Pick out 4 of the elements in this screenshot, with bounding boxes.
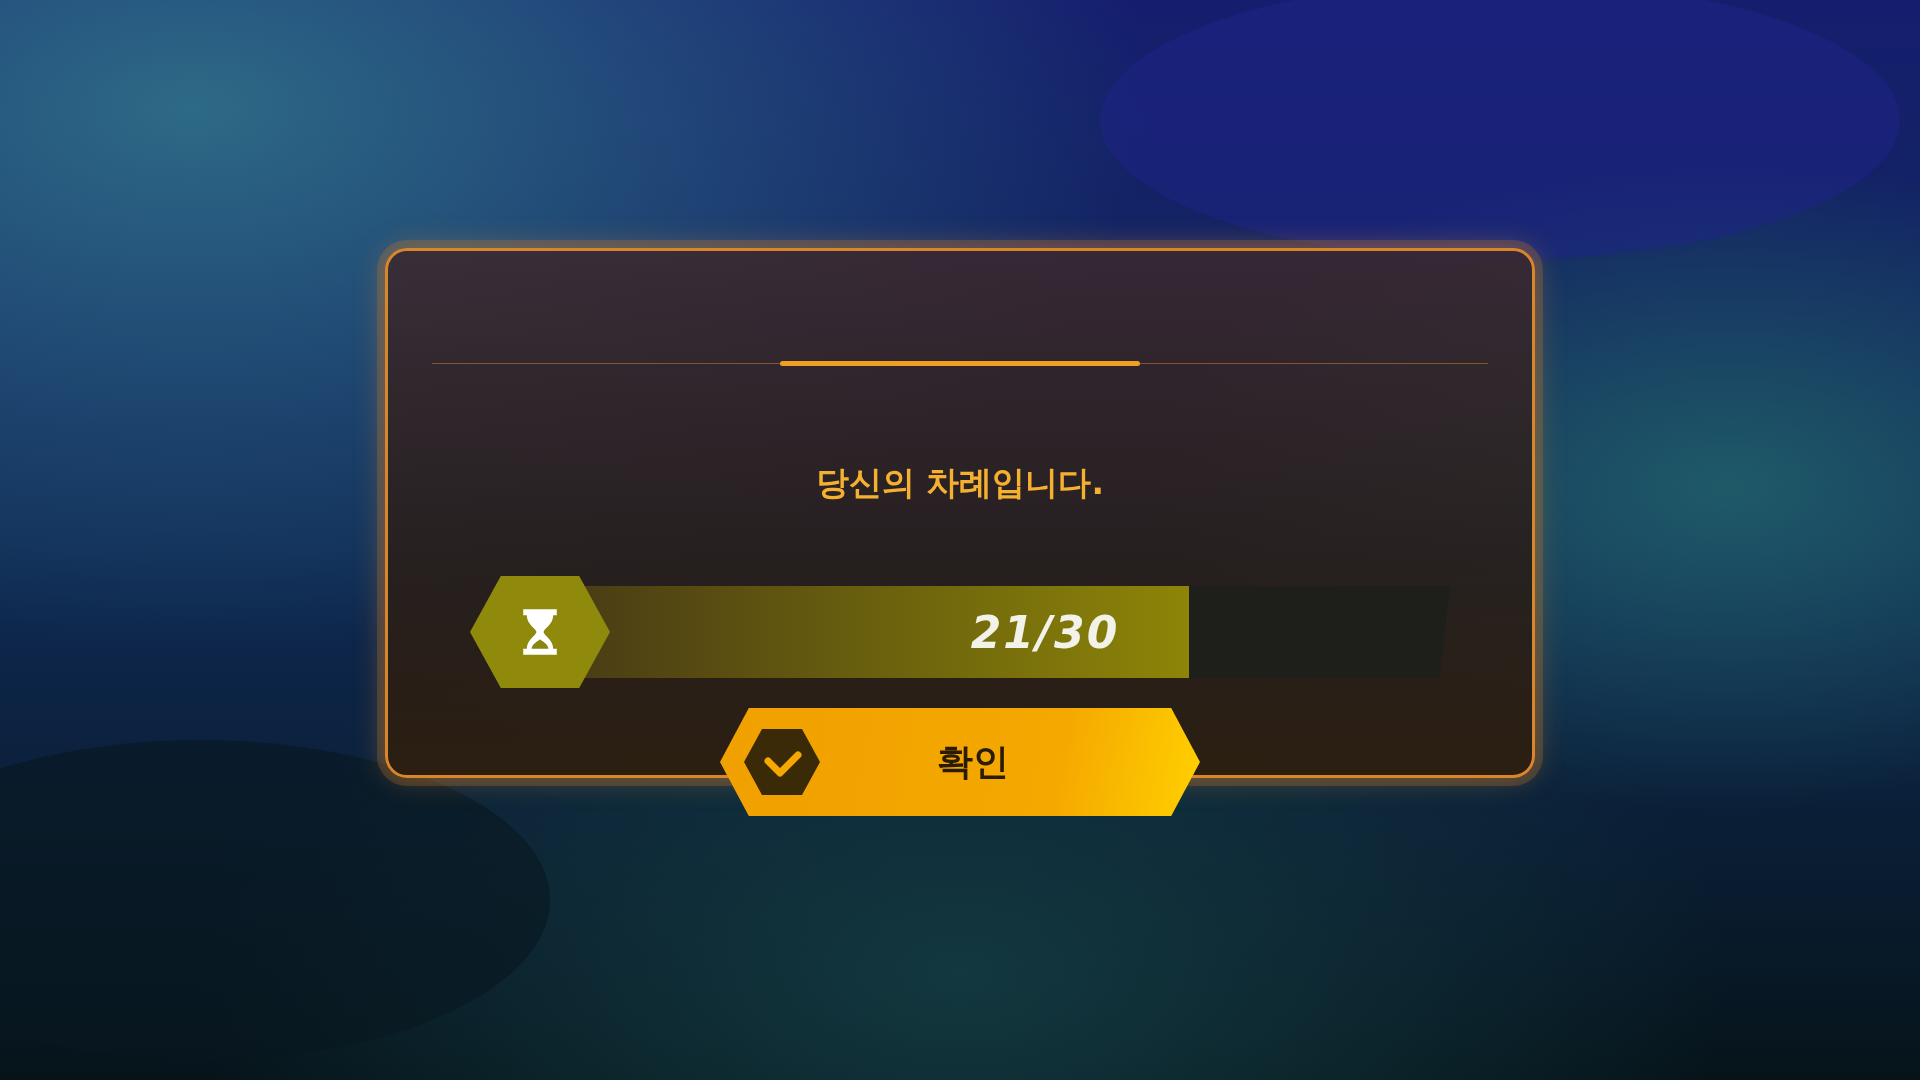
check-icon	[742, 727, 822, 797]
turn-message: 당신의 차례입니다.	[816, 462, 1104, 504]
timer-reading: 21/30	[970, 606, 1120, 658]
confirm-button[interactable]: 확인	[720, 708, 1200, 816]
